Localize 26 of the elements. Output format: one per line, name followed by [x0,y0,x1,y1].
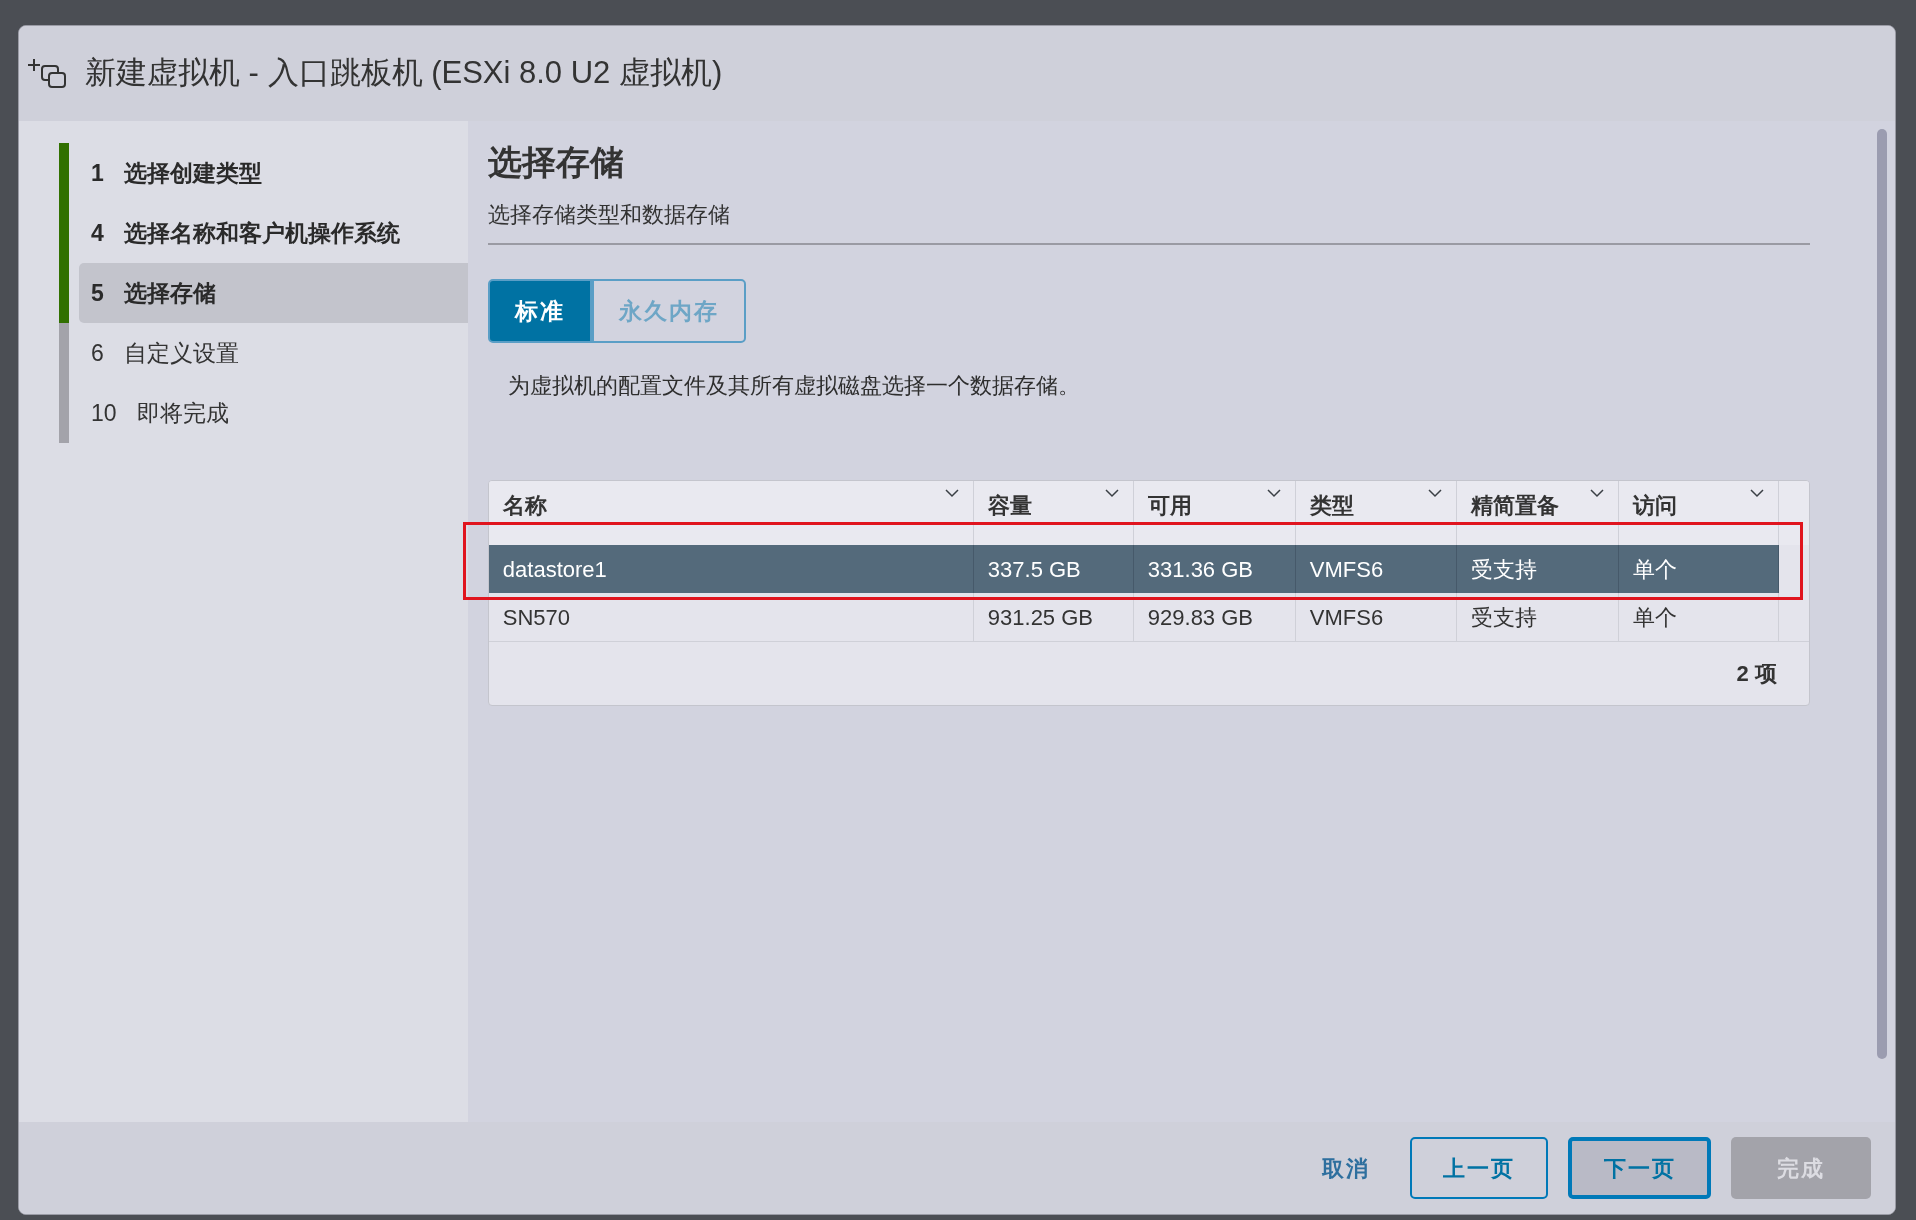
window-title: 新建虚拟机 - 入口跳板机 (ESXi 8.0 U2 虚拟机) [85,54,723,93]
description-text: 为虚拟机的配置文件及其所有虚拟磁盘选择一个数据存储。 [507,372,1081,400]
page-title: 选择存储 [487,142,625,183]
page-subtitle: 选择存储类型和数据存储 [487,198,1810,245]
table-row[interactable]: SN570 931.25 GB 929.83 GB VMFS6 受支持 单个 [488,593,1779,641]
table-cell: 331.36 GB [1133,545,1296,593]
item-count: 2 项 [1736,660,1777,688]
wizard-step[interactable]: 5 选择存储 [79,263,468,323]
wizard-step[interactable]: 6 自定义设置 [79,323,468,383]
wizard-step[interactable]: 4 选择名称和客户机操作系统 [79,203,468,263]
cancel-link[interactable]: 取消 [1302,1137,1390,1199]
table-cell: VMFS6 [1295,593,1457,641]
segment-tab[interactable]: 标准 [487,279,592,343]
table-cell: 931.25 GB [973,593,1134,641]
table-cell: 单个 [1618,545,1779,593]
table-cell: 受支持 [1456,545,1619,593]
wizard-step[interactable]: 10 即将完成 [79,383,468,443]
table-cell: SN570 [488,593,974,641]
wizard-step[interactable]: 1 选择创建类型 [79,143,468,203]
table-cell: datastore1 [488,545,974,593]
table-cell: 337.5 GB [973,545,1134,593]
table-cell: 单个 [1618,593,1779,641]
table-cell: 929.83 GB [1133,593,1296,641]
table-cell: VMFS6 [1295,545,1457,593]
table-cell: 受支持 [1456,593,1619,641]
table-row[interactable]: datastore1 337.5 GB 331.36 GB VMFS6 受支持 单个 [488,545,1779,593]
